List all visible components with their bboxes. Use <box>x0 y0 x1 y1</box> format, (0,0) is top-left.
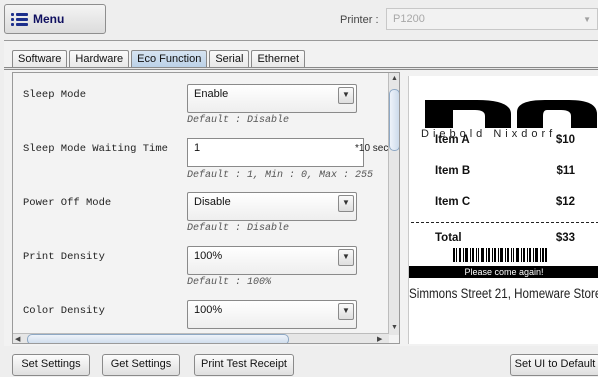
hamburger-icon <box>11 12 28 26</box>
color-density-value: 100% <box>194 304 223 316</box>
chevron-down-icon: ▼ <box>338 195 354 212</box>
set-settings-button[interactable]: Set Settings <box>12 354 90 376</box>
receipt-divider <box>411 222 598 223</box>
receipt-item: Item B $11 <box>435 165 575 177</box>
chevron-down-icon: ▼ <box>338 303 354 320</box>
item-price: $11 <box>556 165 575 177</box>
print-density-value: 100% <box>194 250 223 262</box>
sleep-wait-unit: *10 sec <box>355 143 389 154</box>
sleep-mode-select[interactable]: Enable ▼ <box>187 84 357 113</box>
item-name: Item A <box>435 134 470 146</box>
vertical-scroll-thumb[interactable] <box>389 89 399 151</box>
sleep-mode-hint: Default : Disable <box>187 115 290 126</box>
printer-select[interactable]: P1200 ▼ <box>386 8 598 30</box>
tab-divider <box>4 67 598 70</box>
barcode-icon <box>453 248 547 262</box>
sleep-wait-hint: Default : 1, Min : 0, Max : 255 <box>187 170 374 181</box>
scroll-down-icon[interactable]: ▼ <box>391 324 398 331</box>
printer-label: Printer : <box>340 14 379 26</box>
color-density-select[interactable]: 100% ▼ <box>187 300 357 329</box>
settings-scroll-pane: Sleep Mode Enable ▼ Default : Disable Sl… <box>12 72 400 344</box>
receipt-item: Item C $12 <box>435 196 575 208</box>
print-test-receipt-button[interactable]: Print Test Receipt <box>194 354 294 376</box>
color-density-label: Color Density <box>23 305 105 317</box>
scroll-up-icon[interactable]: ▲ <box>391 75 398 82</box>
menu-button[interactable]: Menu <box>4 4 106 34</box>
item-price: $12 <box>555 196 575 208</box>
sleep-mode-label: Sleep Mode <box>23 89 87 101</box>
horizontal-scroll-thumb[interactable] <box>27 334 289 343</box>
chevron-down-icon: ▼ <box>338 87 354 104</box>
total-label: Total <box>435 232 462 244</box>
receipt-item: Item A $10 <box>435 134 575 146</box>
print-density-select[interactable]: 100% ▼ <box>187 246 357 275</box>
set-ui-default-button[interactable]: Set UI to Default <box>510 354 598 376</box>
total-value: $33 <box>555 232 575 244</box>
scroll-right-icon[interactable]: ▶ <box>377 335 382 343</box>
item-price: $10 <box>555 134 575 146</box>
power-off-select[interactable]: Disable ▼ <box>187 192 357 221</box>
power-off-value: Disable <box>194 196 231 208</box>
receipt-preview: Diebold Nixdorf Item A $10 Item B $11 It… <box>408 76 598 344</box>
print-density-label: Print Density <box>23 251 105 263</box>
menu-label: Menu <box>33 12 65 26</box>
diebold-nixdorf-logo-icon <box>425 100 597 128</box>
print-density-hint: Default : 100% <box>187 277 272 288</box>
get-settings-button[interactable]: Get Settings <box>102 354 180 376</box>
item-name: Item C <box>435 196 471 208</box>
vertical-scrollbar[interactable]: ▲ ▼ <box>388 73 399 335</box>
scroll-left-icon[interactable]: ◀ <box>15 335 20 343</box>
power-off-label: Power Off Mode <box>23 197 112 209</box>
horizontal-scrollbar[interactable]: ◀ ▶ <box>13 333 389 343</box>
sleep-mode-value: Enable <box>194 88 229 100</box>
chevron-down-icon: ▼ <box>338 249 354 266</box>
item-name: Item B <box>435 165 471 177</box>
tab-strip: Software Hardware Eco Function Serial Et… <box>12 50 306 69</box>
receipt-banner: Please come again! <box>409 266 598 278</box>
receipt-total: Total $33 <box>435 232 575 244</box>
printer-select-value: P1200 <box>393 13 425 25</box>
sleep-wait-label: Sleep Mode Waiting Time <box>23 143 168 155</box>
power-off-hint: Default : Disable <box>187 223 290 234</box>
chevron-down-icon: ▼ <box>583 15 591 24</box>
receipt-address: Simmons Street 21, Homeware Stores <box>409 286 598 301</box>
sleep-wait-input[interactable]: 1 <box>187 138 364 167</box>
